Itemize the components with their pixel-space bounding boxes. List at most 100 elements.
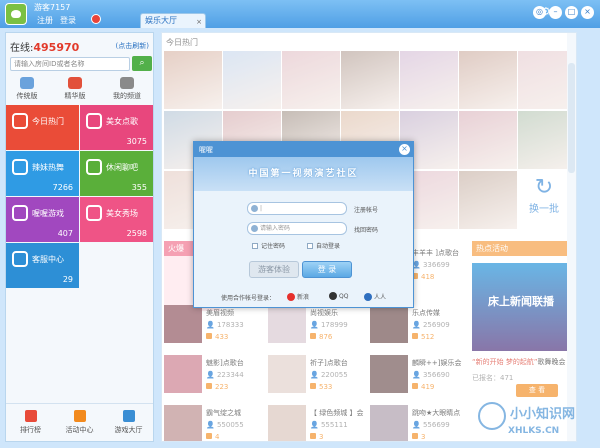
user-icon [251,205,258,212]
online-count: 495970 [33,41,80,54]
my-channel-icon [120,77,134,89]
phone-icon [12,251,28,267]
tile-count: 2598 [126,229,147,238]
dance-icon [12,159,28,175]
username-field[interactable]: | [247,202,347,215]
quick-label: 我的频道 [113,92,141,100]
tab-close-icon[interactable]: × [196,16,202,29]
remember-label: 记住密码 [261,243,286,250]
remember-checkbox[interactable]: 记住密码 [252,241,285,250]
bookmark-star-icon [86,205,102,221]
nav-game-hall[interactable]: 游戏大厅 [104,410,153,435]
flame-icon [12,113,28,129]
watermark: 小小知识网 XHLKS.CN [478,402,598,446]
account-label: 人人 [374,294,387,301]
maximize-icon[interactable]: □ [565,6,578,19]
tile-count: 29 [62,275,73,284]
bottom-nav: 排行榜 活动中心 游戏大厅 [6,403,153,441]
app-logo-icon [5,3,27,25]
refresh-link[interactable]: (点击刷新) [116,41,149,51]
tile-count: 3075 [126,137,147,146]
chat-icon [86,159,102,175]
search-icon[interactable]: ⌕ [132,56,152,71]
search-input[interactable]: 请输入房间ID或者名称 [10,57,130,71]
gamepad-icon [122,410,135,422]
tile-count: 7266 [52,183,73,192]
nav-activity-center[interactable]: 活动中心 [55,410,104,435]
username-placeholder: | [260,205,263,212]
nav-label: 活动中心 [65,426,94,434]
dialog-banner: 中国第一视频演艺社区 [194,157,413,191]
quick-label: 传统版 [16,92,38,100]
login-button[interactable]: 登 录 [302,261,352,278]
ranking-icon [24,410,37,422]
lock-icon [251,225,258,232]
music-icon [86,113,102,129]
quick-my-channel[interactable]: 我的频道 [104,77,150,101]
sidebar: 在线:495970 (点击刷新) 请输入房间ID或者名称 ⌕ 传统版 精华版 我… [5,32,154,442]
tile-label: 今日热门 [32,117,64,126]
watermark-line1: 小小知识网 [510,407,576,422]
register-link[interactable]: 注册 [37,15,53,26]
register-account-link[interactable]: 注册帐号 [354,205,378,214]
find-password-link[interactable]: 找回密码 [354,225,378,234]
star-icon [12,205,28,221]
online-label: 在线: [10,43,34,54]
account-label: QQ [339,293,349,300]
tab-entertainment-hall[interactable]: 娱乐大厅 × [140,13,206,28]
guest-name: 游客7157 [34,3,71,12]
dialog-close-icon[interactable]: × [399,144,410,155]
quick-premium[interactable]: 精华版 [58,77,92,101]
auto-login-checkbox[interactable]: 自动登录 [307,241,340,250]
tile-games[interactable]: 喔喔游戏 407 [6,197,79,242]
checkbox-icon [252,243,258,249]
tile-label: 休闲聊吧 [106,163,138,172]
sina-icon [287,293,295,301]
tile-show[interactable]: 美女秀场 2598 [80,197,153,242]
nav-ranking[interactable]: 排行榜 [6,410,55,435]
qq-login[interactable]: QQ [329,292,348,300]
tile-label: 辣妹热舞 [32,163,64,172]
tile-hot-dance[interactable]: 辣妹热舞 7266 [6,151,79,196]
other-account-label: 使用合作帐号登录： [221,295,276,302]
account-label: 新浪 [297,294,310,301]
skin-icon[interactable]: ◎ [533,6,546,19]
login-dialog: 喔喔 × 中国第一视频演艺社区 | 注册帐号 请输入密码 找回密码 记住密码 自… [193,141,414,308]
tile-customer-service[interactable]: 客服中心 29 [6,243,79,288]
quick-classic[interactable]: 传统版 [10,77,44,101]
title-bar: 游客7157 注册 登录 娱乐大厅 × ⚙ ◎ – □ × [0,0,600,28]
tile-label: 美女秀场 [106,209,138,218]
quick-label: 精华版 [64,92,86,100]
premium-icon [68,77,82,89]
qq-icon [329,292,337,300]
watermark-logo-icon [478,402,506,430]
online-status: 在线:495970 [10,39,79,54]
minimize-icon[interactable]: – [549,6,562,19]
tile-label: 美女点歌 [106,117,138,126]
renren-login[interactable]: 人人 [364,292,386,301]
dialog-title: 喔喔 [194,142,413,157]
auto-login-label: 自动登录 [316,243,341,250]
tile-label: 喔喔游戏 [32,209,64,218]
tile-song-request[interactable]: 美女点歌 3075 [80,105,153,150]
nav-label: 排行榜 [20,426,41,434]
renren-icon [364,293,372,301]
tab-label: 娱乐大厅 [145,16,177,25]
tile-chat-bar[interactable]: 休闲聊吧 355 [80,151,153,196]
notification-icon[interactable] [91,14,101,24]
nav-label: 游戏大厅 [114,426,143,434]
password-placeholder: 请输入密码 [260,225,291,232]
gift-icon [73,410,86,422]
tile-count: 407 [57,229,73,238]
classic-icon [20,77,34,89]
tile-today-hot[interactable]: 今日热门 [6,105,79,150]
checkbox-icon [307,243,313,249]
login-link[interactable]: 登录 [60,15,76,26]
close-icon[interactable]: × [581,6,594,19]
watermark-line2: XHLKS.CN [508,426,560,436]
guest-experience-button[interactable]: 游客体验 [249,261,299,278]
tile-label: 客服中心 [32,255,64,264]
tile-count: 355 [131,183,147,192]
sina-login[interactable]: 新浪 [287,292,309,301]
password-field[interactable]: 请输入密码 [247,222,347,235]
